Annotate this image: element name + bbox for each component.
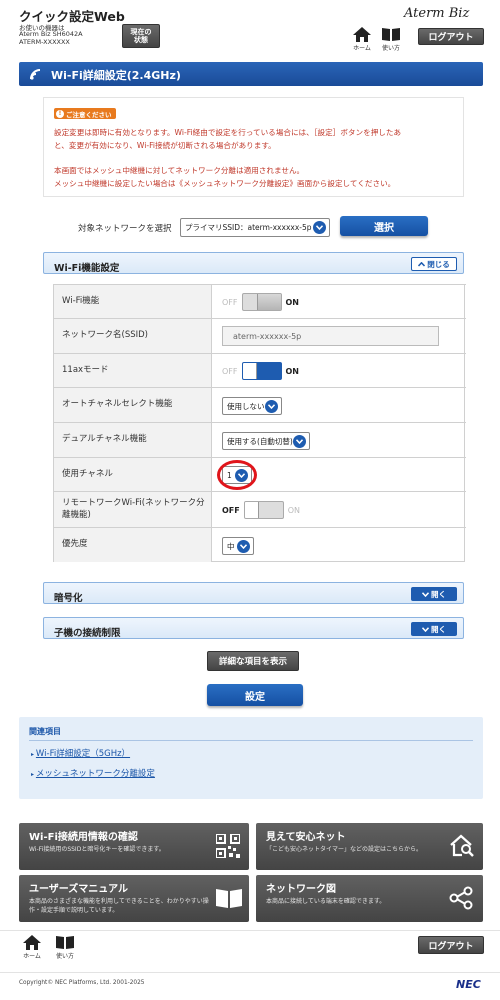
show-details-button[interactable]: 詳細な項目を表示: [207, 651, 299, 671]
select-network-button[interactable]: 選択: [340, 216, 428, 236]
brand-logo: Aterm Biz: [404, 6, 470, 21]
tile-wifi-info[interactable]: Wi-Fi接続用情報の確認 Wi-Fi接続用のSSIDと暗号化キーを確認できます…: [19, 823, 249, 870]
help-button[interactable]: 使い方: [378, 27, 404, 53]
page-title-bar: Wi-Fi詳細設定(2.4GHz): [19, 62, 483, 86]
related-title: 関連項目: [29, 727, 61, 736]
client-limit-section-title: 子機の接続制限: [54, 628, 121, 639]
dual-channel-select[interactable]: 使用する(自動切替): [222, 432, 310, 450]
11ax-toggle[interactable]: OFF ON: [222, 362, 299, 380]
footer-home-label: ホーム: [23, 953, 41, 960]
client-limit-section-header: 子機の接続制限 開く: [43, 617, 464, 639]
network-select-label: 対象ネットワークを選択: [78, 224, 172, 234]
status-button[interactable]: 現在の 状態: [122, 24, 160, 48]
page: クイック設定Web お使いの機器は Aterm Biz SH6042A ATER…: [0, 0, 500, 1000]
page-title: Wi-Fi詳細設定(2.4GHz): [51, 69, 181, 82]
expand-client-limit-button[interactable]: 開く: [411, 622, 457, 636]
row-remote-work: リモートワークWi-Fi(ネットワーク分離機能) OFF ON: [54, 491, 466, 527]
row-ssid-label: ネットワーク名(SSID): [54, 319, 212, 353]
ssid-input[interactable]: aterm-xxxxxx-5p: [222, 326, 439, 346]
logout-button[interactable]: ログアウト: [418, 28, 484, 45]
share-network-icon: [449, 886, 473, 910]
home-button[interactable]: ホーム: [350, 27, 374, 53]
home-label: ホーム: [353, 45, 371, 52]
tile-network-map[interactable]: ネットワーク図 本商品に接続している端末を確認できます。: [256, 875, 483, 922]
chevron-down-icon: [265, 400, 278, 413]
apply-button[interactable]: 設定: [207, 684, 303, 706]
notice-line-2: と、変更が有効になり、Wi-Fi接続が切断される場合があります。: [54, 141, 276, 150]
device-model: Aterm Biz SH6042A: [19, 30, 83, 38]
highlight-circle: [217, 460, 257, 490]
help-label: 使い方: [381, 45, 400, 52]
home-icon: [23, 935, 41, 950]
book-icon: [216, 889, 242, 908]
wifi-section-title: Wi-Fi機能設定: [54, 263, 120, 274]
qr-code-icon: [216, 834, 240, 858]
chevron-down-icon: [422, 591, 429, 597]
chevron-down-icon: [237, 540, 250, 553]
row-priority-label: 優先度: [54, 528, 212, 562]
wifi-icon: [30, 69, 41, 80]
row-dual-channel-label: デュアルチャネル機能: [54, 423, 212, 457]
encryption-section-title: 暗号化: [54, 593, 83, 604]
chevron-down-icon: [313, 221, 326, 234]
row-11ax-label: 11axモード: [54, 354, 212, 387]
encryption-section-header: 暗号化 開く: [43, 582, 464, 604]
remote-work-toggle[interactable]: OFF ON: [222, 501, 300, 519]
nec-logo: NEC: [456, 978, 481, 991]
related-link-5ghz[interactable]: ▸ Wi-Fi詳細設定（5GHz）: [31, 747, 130, 759]
auto-channel-select[interactable]: 使用しない: [222, 397, 282, 415]
copyright: Copyright© NEC Platforms, Ltd. 2001-2025: [19, 980, 145, 986]
warning-icon: !: [56, 109, 64, 118]
related-box: 関連項目 ▸ Wi-Fi詳細設定（5GHz） ▸ メッシュネットワーク分離設定: [19, 717, 483, 799]
row-auto-channel-label: オートチャネルセレクト機能: [54, 388, 212, 422]
notice-badge: ! ご注意ください: [54, 108, 116, 119]
tile-safe-net[interactable]: 見えて安心ネット 「こども安心ネットタイマー」などの設定はこちらから。: [256, 823, 483, 870]
row-dual-channel: デュアルチャネル機能 使用する(自動切替): [54, 422, 466, 457]
chevron-up-icon: [418, 261, 426, 267]
row-wifi-label: Wi-Fi機能: [54, 285, 212, 318]
row-remote-work-label: リモートワークWi-Fi(ネットワーク分離機能): [54, 492, 212, 527]
footer-logout-button[interactable]: ログアウト: [418, 936, 484, 954]
chevron-down-icon: [293, 435, 306, 448]
priority-select[interactable]: 中: [222, 537, 254, 555]
notice-line-4: メッシュ中継機に設定したい場合は《メッシュネットワーク分離設定》画面から設定して…: [54, 179, 396, 188]
book-icon: [56, 936, 74, 949]
book-icon: [382, 28, 400, 41]
wifi-settings-table: Wi-Fi機能 OFF ON ネットワーク名(SSID) aterm-xxxxx…: [53, 284, 466, 562]
footer-help-label: 使い方: [55, 953, 74, 960]
device-id: ATERM-XXXXXX: [19, 38, 70, 46]
network-select[interactable]: プライマリSSID：aterm-xxxxxx-5p: [180, 218, 330, 237]
house-search-icon: [450, 834, 474, 857]
row-channel-label: 使用チャネル: [54, 458, 212, 491]
row-auto-channel: オートチャネルセレクト機能 使用しない: [54, 387, 466, 422]
expand-encryption-button[interactable]: 開く: [411, 587, 457, 601]
footer-home-button[interactable]: ホーム: [20, 935, 44, 961]
collapse-wifi-button[interactable]: 閉じる: [411, 257, 457, 271]
row-channel: 使用チャネル 1: [54, 457, 466, 491]
chevron-down-icon: [422, 626, 429, 632]
row-priority: 優先度 中: [54, 527, 466, 562]
notice-box: ! ご注意ください 設定変更は即時に有効となります。Wi-Fi経由で設定を行って…: [43, 97, 464, 197]
tile-user-manual[interactable]: ユーザーズマニュアル 本商品のさまざまな機能を利用してできることを、わかりやすい…: [19, 875, 249, 922]
home-icon: [353, 27, 371, 42]
notice-line-1: 設定変更は即時に有効となります。Wi-Fi経由で設定を行っている場合には、［設定…: [54, 128, 402, 137]
related-link-mesh[interactable]: ▸ メッシュネットワーク分離設定: [31, 767, 155, 779]
row-11ax: 11axモード OFF ON: [54, 353, 466, 387]
notice-line-3: 本画面ではメッシュ中継機に対してネットワーク分離は適用されません。: [54, 166, 305, 175]
footer-help-button[interactable]: 使い方: [52, 935, 78, 961]
row-wifi: Wi-Fi機能 OFF ON: [54, 284, 466, 318]
wifi-toggle[interactable]: OFF ON: [222, 293, 299, 311]
wifi-section-header: Wi-Fi機能設定 閉じる: [43, 252, 464, 274]
row-ssid: ネットワーク名(SSID) aterm-xxxxxx-5p: [54, 318, 466, 353]
